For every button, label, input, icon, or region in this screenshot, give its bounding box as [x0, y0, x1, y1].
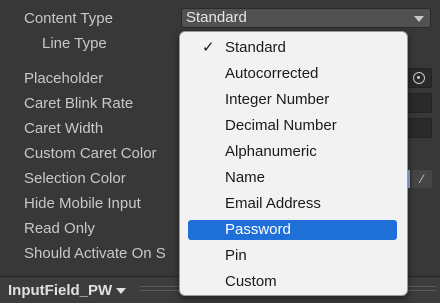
menu-item-label: Decimal Number	[225, 117, 337, 134]
menu-item-label: Name	[225, 169, 266, 186]
menu-item-standard[interactable]: ✓ Standard	[188, 38, 397, 58]
read-only-label: Read Only	[24, 220, 95, 237]
menu-item-label: Autocorrected	[225, 65, 319, 82]
chevron-down-icon	[414, 16, 424, 22]
menu-item-autocorrected[interactable]: Autocorrected	[188, 64, 397, 84]
menu-item-password[interactable]: Password	[188, 220, 397, 240]
menu-item-label: Alphanumeric	[225, 143, 317, 160]
content-type-label: Content Type	[24, 10, 113, 27]
eyedropper-icon[interactable]: ⁄	[412, 170, 432, 188]
selection-color-label: Selection Color	[24, 170, 126, 187]
menu-item-decimal-number[interactable]: Decimal Number	[188, 116, 397, 136]
content-type-dropdown[interactable]: Standard	[181, 8, 431, 28]
caret-width-label: Caret Width	[24, 120, 104, 137]
object-picker-icon[interactable]	[413, 72, 425, 84]
menu-item-label: Password	[225, 221, 291, 238]
menu-item-label: Email Address	[225, 195, 321, 212]
menu-item-custom[interactable]: Custom	[188, 272, 397, 292]
object-name-label: InputField_PW	[8, 282, 113, 299]
chevron-down-icon	[116, 288, 127, 295]
caret-width-field[interactable]	[404, 118, 432, 138]
menu-item-label: Standard	[225, 39, 286, 56]
menu-item-email-address[interactable]: Email Address	[188, 194, 397, 214]
should-activate-label: Should Activate On S	[24, 245, 166, 262]
placeholder-label: Placeholder	[24, 70, 104, 87]
menu-item-label: Custom	[225, 273, 277, 290]
caret-blink-rate-field[interactable]	[404, 93, 432, 113]
menu-item-label: Integer Number	[225, 91, 330, 108]
menu-item-label: Pin	[225, 247, 247, 264]
check-icon: ✓	[202, 39, 215, 56]
custom-caret-color-label: Custom Caret Color	[24, 145, 157, 162]
placeholder-object-field[interactable]	[404, 68, 432, 88]
caret-blink-rate-label: Caret Blink Rate	[24, 95, 134, 112]
menu-item-pin[interactable]: Pin	[188, 246, 397, 266]
line-type-label: Line Type	[42, 35, 107, 52]
menu-item-integer-number[interactable]: Integer Number	[188, 90, 397, 110]
menu-item-name[interactable]: Name	[188, 168, 397, 188]
object-name-dropdown[interactable]: InputField_PW	[4, 280, 131, 302]
content-type-menu: ✓ Standard Autocorrected Integer Number …	[179, 31, 408, 296]
menu-item-alphanumeric[interactable]: Alphanumeric	[188, 142, 397, 162]
hide-mobile-input-label: Hide Mobile Input	[24, 195, 141, 212]
content-type-value: Standard	[186, 9, 247, 26]
